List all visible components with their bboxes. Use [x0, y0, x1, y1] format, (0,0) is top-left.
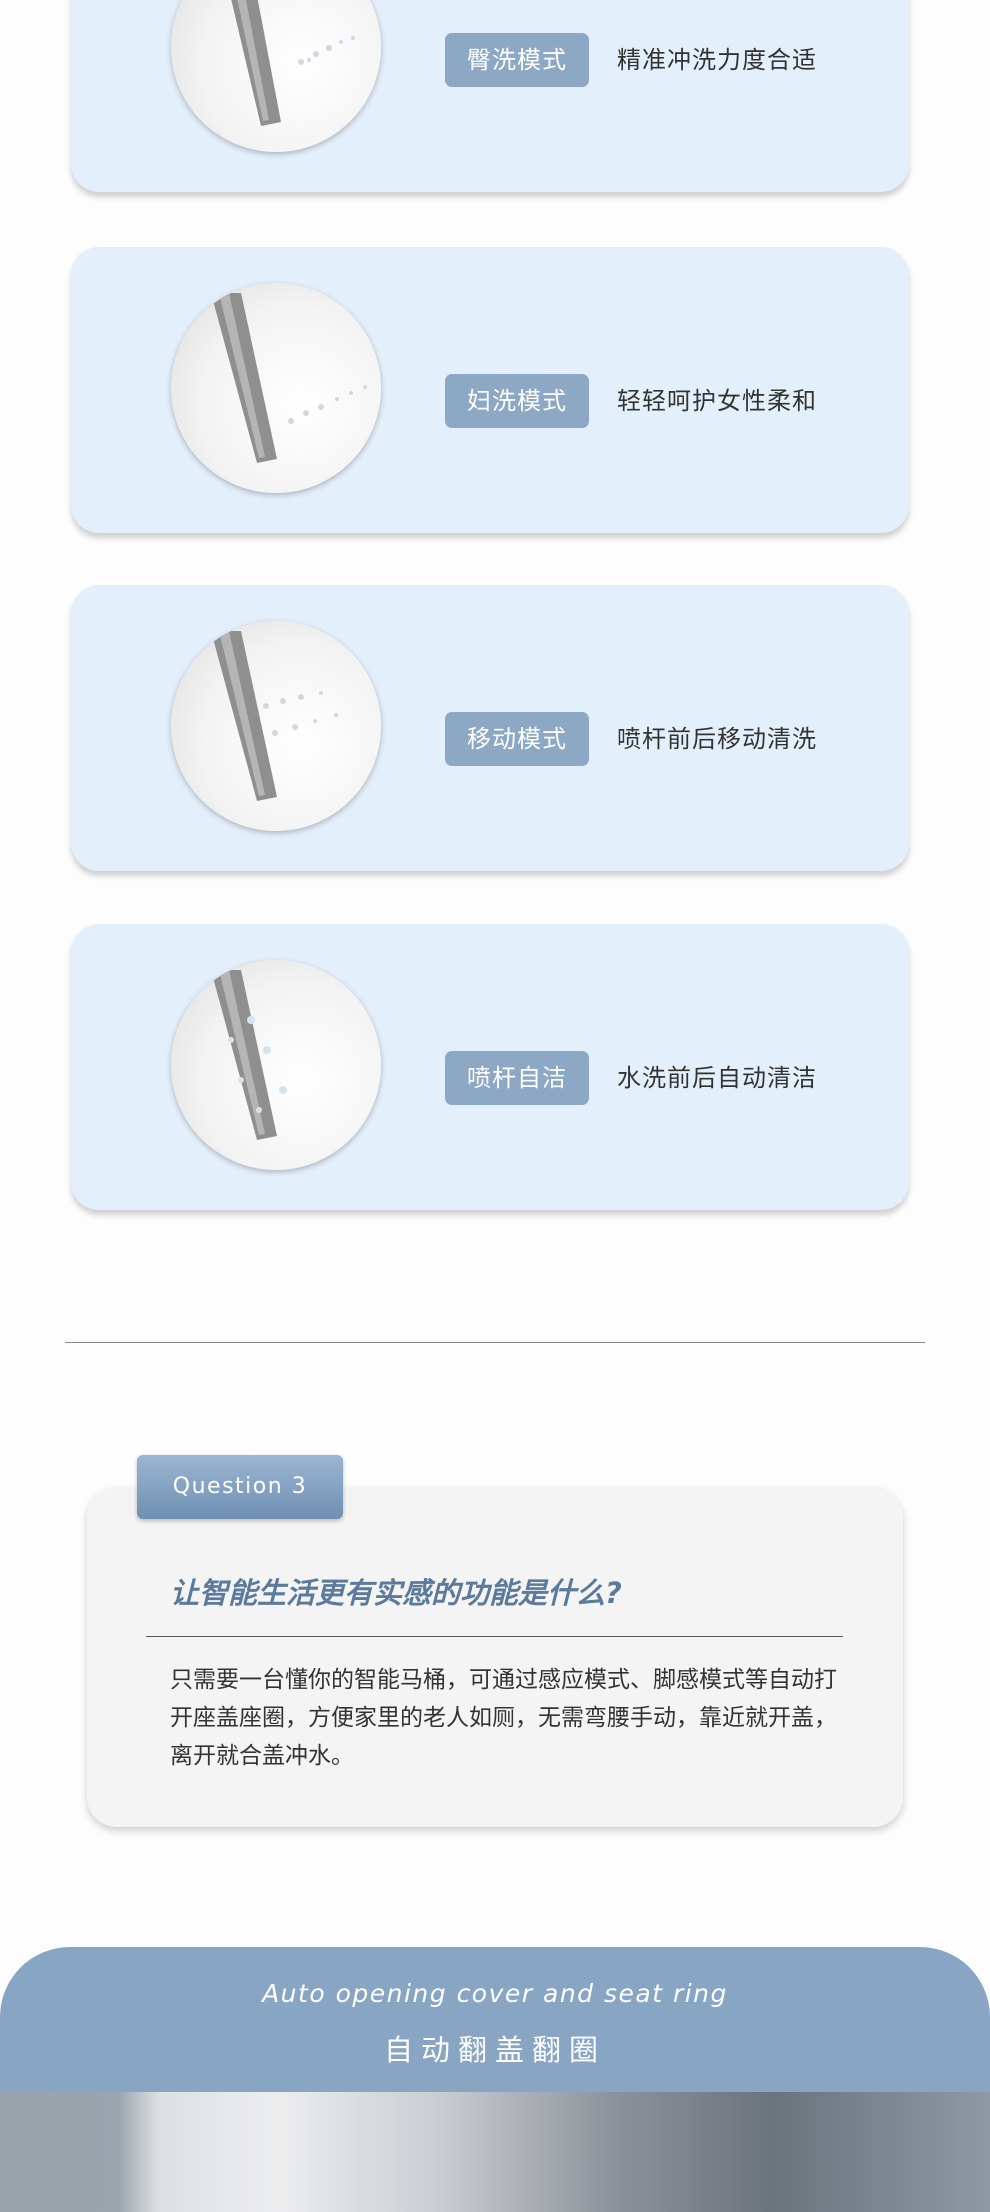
mode-card-feminine-wash: 妇洗模式 轻轻呵护女性柔和	[71, 247, 909, 533]
banner-title-en: Auto opening cover and seat ring	[262, 1979, 728, 2008]
question-divider	[146, 1636, 843, 1637]
mode-card-nozzle-self-clean: 喷杆自洁 水洗前后自动清洁	[71, 924, 909, 1210]
mode-tag: 妇洗模式	[445, 374, 589, 428]
section-divider	[65, 1342, 925, 1343]
mode-card-oscillating-wash: 移动模式 喷杆前后移动清洗	[71, 585, 909, 871]
mode-tag: 喷杆自洁	[445, 1051, 589, 1105]
toilet-product-image	[0, 2092, 990, 2212]
mode-description: 喷杆前后移动清洗	[617, 725, 817, 753]
question-title: 让智能生活更有实感的功能是什么?	[170, 1576, 622, 1610]
question-tab: Question 3	[137, 1455, 343, 1519]
feature-banner: Auto opening cover and seat ring 自动翻盖翻圈	[0, 1947, 990, 2212]
mode-description: 精准冲洗力度合适	[617, 46, 817, 74]
question-card	[87, 1487, 903, 1827]
mode-card-rear-wash: 臀洗模式 精准冲洗力度合适	[71, 0, 909, 192]
mode-description: 水洗前后自动清洁	[617, 1064, 817, 1092]
feminine-wash-nozzle-image	[171, 283, 381, 493]
mode-description: 轻轻呵护女性柔和	[617, 387, 817, 415]
banner-title-cn: 自动翻盖翻圈	[383, 2033, 606, 2067]
question-answer: 只需要一台懂你的智能马桶，可通过感应模式、脚感模式等自动打开座盖座圈，方便家里的…	[170, 1667, 837, 1769]
self-clean-nozzle-image	[171, 960, 381, 1170]
mode-tag: 移动模式	[445, 712, 589, 766]
mode-tag: 臀洗模式	[445, 33, 589, 87]
oscillating-wash-nozzle-image	[171, 621, 381, 831]
rear-wash-nozzle-image	[171, 0, 381, 152]
